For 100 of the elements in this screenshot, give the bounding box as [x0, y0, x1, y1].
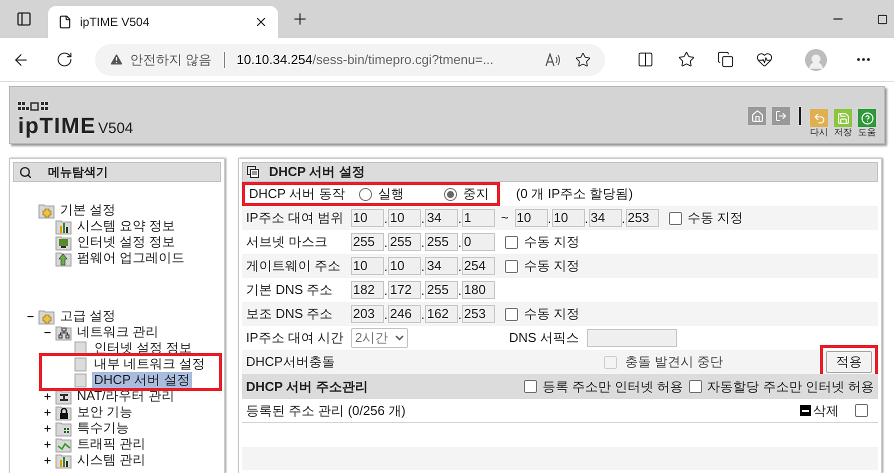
- octet-field[interactable]: 10: [552, 209, 585, 227]
- field-label: IP주소 대여 범위: [246, 209, 345, 228]
- radio-button[interactable]: [444, 188, 457, 200]
- octet-field[interactable]: 10: [351, 209, 384, 227]
- octet-field[interactable]: 10: [388, 209, 421, 227]
- expand-icon[interactable]: [43, 440, 52, 448]
- action-label: 다시: [810, 128, 828, 137]
- address-bar[interactable]: 안전하지 않음 10.10.34.254/sess-bin/timepro.cgi?tmenu=...: [95, 44, 605, 76]
- tree-item[interactable]: 네트워크 관리: [75, 324, 161, 340]
- tab-title: ipTIME V504: [80, 14, 150, 31]
- tree-item[interactable]: 특수기능: [75, 420, 131, 436]
- octet-field[interactable]: 172: [388, 281, 421, 299]
- logo: ipTIME: [18, 115, 96, 137]
- expand-icon[interactable]: [43, 392, 52, 400]
- octet-field[interactable]: 10: [514, 209, 548, 227]
- octet-field[interactable]: 10: [351, 257, 384, 275]
- health-icon[interactable]: [756, 51, 773, 68]
- octet-field[interactable]: 255: [388, 233, 421, 251]
- logout-button[interactable]: [772, 107, 790, 125]
- octet-separator: .: [622, 212, 626, 225]
- octet-separator: .: [421, 212, 425, 225]
- octet-field[interactable]: 255: [425, 281, 458, 299]
- octet-field[interactable]: 34: [425, 209, 458, 227]
- checkbox[interactable]: [524, 380, 538, 393]
- apply-button[interactable]: 적용: [826, 351, 872, 373]
- delete-label[interactable]: 삭제: [813, 400, 839, 420]
- checkbox[interactable]: [668, 212, 682, 224]
- maximize-icon[interactable]: [877, 14, 888, 24]
- expand-icon[interactable]: [43, 408, 52, 416]
- folder-icon: [38, 308, 56, 324]
- octet-field[interactable]: 180: [462, 281, 495, 299]
- chart-icon: [55, 218, 73, 234]
- split-screen-icon[interactable]: [637, 51, 654, 68]
- expand-icon[interactable]: [43, 456, 52, 464]
- octet-field[interactable]: 162: [425, 305, 458, 323]
- delete-icon[interactable]: [800, 405, 811, 416]
- home-icon: [750, 110, 764, 122]
- registered-count: 등록된 주소 관리 (0/256 개): [246, 402, 407, 420]
- checkbox[interactable]: [505, 308, 518, 320]
- checkbox[interactable]: [505, 260, 518, 272]
- checkbox[interactable]: [689, 380, 702, 393]
- octet-field[interactable]: 255: [425, 233, 458, 251]
- field-label: 보조 DNS 주소: [246, 305, 334, 324]
- octet-separator: .: [421, 308, 425, 321]
- network-icon: [55, 324, 73, 340]
- octet-field[interactable]: 34: [425, 257, 458, 275]
- logout-icon: [775, 110, 787, 122]
- octet-separator: .: [458, 284, 462, 297]
- undo-icon: [812, 112, 826, 124]
- home-button[interactable]: [748, 107, 766, 125]
- octet-field[interactable]: 253: [462, 305, 495, 323]
- caret-icon: [395, 335, 404, 341]
- read-aloud-icon[interactable]: [545, 52, 561, 66]
- octet-field[interactable]: 0: [462, 233, 495, 251]
- checkbox[interactable]: [505, 236, 518, 248]
- tree-item[interactable]: 보안 기능: [75, 404, 135, 420]
- octet-separator: .: [421, 284, 425, 297]
- checkbox-label: 수동 지정: [524, 257, 580, 276]
- field-label: DHCP서버충돌: [246, 353, 336, 372]
- octet-field[interactable]: 1: [462, 209, 495, 227]
- tree-item[interactable]: 내부 네트워크 설정: [92, 356, 208, 372]
- favorites-icon[interactable]: [678, 51, 695, 68]
- tree-item[interactable]: 시스템 요약 정보: [75, 218, 178, 234]
- radio-button[interactable]: [359, 188, 372, 200]
- octet-separator: .: [458, 236, 462, 249]
- collections-icon[interactable]: [717, 51, 734, 68]
- tree-item[interactable]: 트래픽 관리: [75, 436, 148, 452]
- octet-field[interactable]: 203: [351, 305, 384, 323]
- octet-field[interactable]: 246: [388, 305, 421, 323]
- octet-field[interactable]: 254: [462, 257, 495, 275]
- tree-item[interactable]: 인터넷 설정 정보: [75, 234, 178, 250]
- lease-time-select[interactable]: 2시간: [351, 328, 408, 348]
- dns-suffix-field[interactable]: [587, 329, 678, 347]
- field-label: 게이트웨이 주소: [246, 257, 342, 276]
- tree-item[interactable]: 시스템 관리: [75, 452, 148, 468]
- section-title: DHCP 서버 설정: [269, 163, 365, 182]
- octet-separator: .: [548, 212, 552, 225]
- favorite-icon[interactable]: [575, 52, 591, 68]
- octet-separator: .: [384, 284, 388, 297]
- help-icon: [860, 112, 874, 124]
- tree-item[interactable]: 기본 설정: [58, 202, 118, 218]
- octet-field[interactable]: 255: [351, 233, 384, 251]
- octet-field[interactable]: 253: [626, 209, 659, 227]
- tree-item[interactable]: 펌웨어 업그레이드: [75, 250, 187, 266]
- tree-item[interactable]: 고급 설정: [58, 308, 118, 324]
- octet-field[interactable]: 182: [351, 281, 384, 299]
- action-button[interactable]: [858, 109, 876, 127]
- checkbox[interactable]: [855, 404, 868, 417]
- traffic-icon: [55, 436, 73, 452]
- field-label: DNS 서픽스: [509, 329, 580, 348]
- tree-item[interactable]: DHCP 서버 설정: [92, 372, 192, 388]
- tab-actions-icon[interactable]: [16, 11, 32, 27]
- tree-item[interactable]: NAT/라우터 관리: [75, 388, 176, 404]
- checkbox-label: 자동할당 주소만 인터넷 허용: [707, 378, 874, 396]
- expand-icon[interactable]: [43, 424, 52, 432]
- reload-icon[interactable]: [56, 51, 73, 68]
- octet-field[interactable]: 34: [588, 209, 622, 227]
- browser-tab[interactable]: ipTIME V504: [48, 6, 278, 38]
- close-icon[interactable]: [254, 15, 268, 29]
- octet-field[interactable]: 10: [388, 257, 421, 275]
